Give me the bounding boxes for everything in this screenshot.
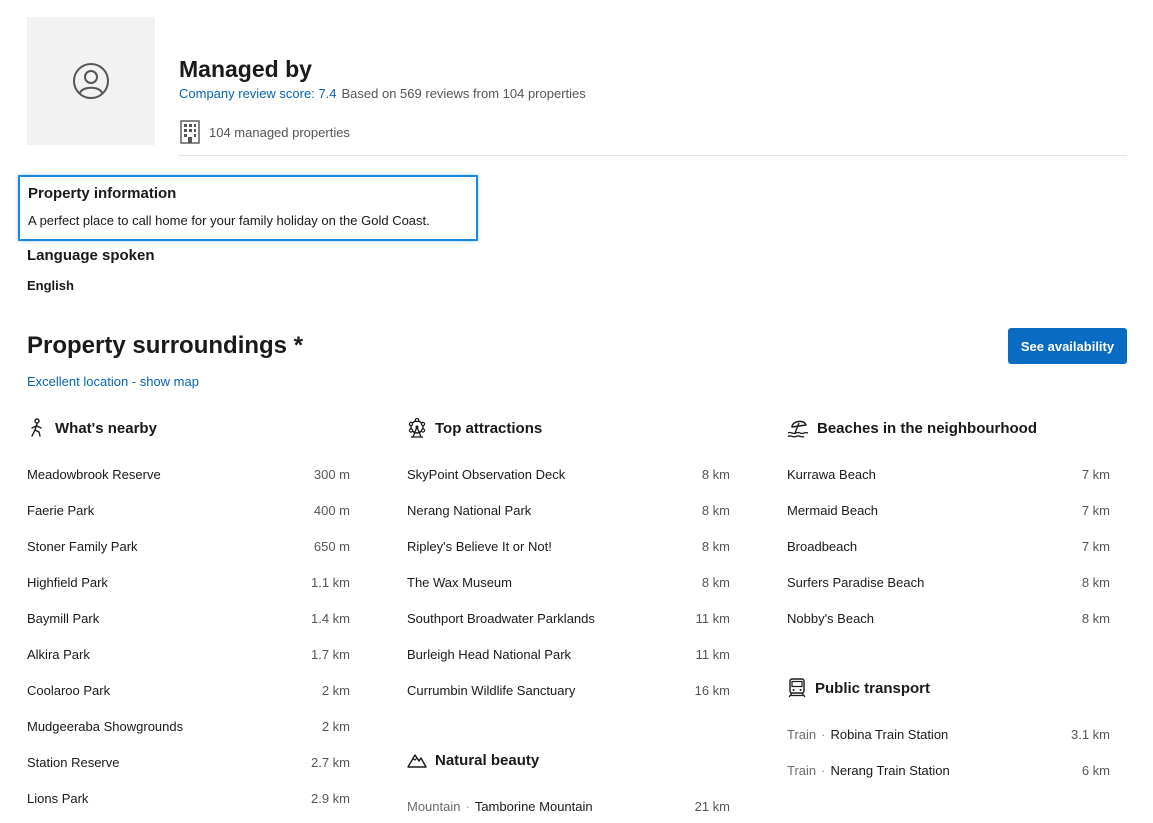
- property-information-description: A perfect place to call home for your fa…: [28, 213, 430, 228]
- whats-nearby-section: What's nearby Meadowbrook Reserve 300 m F…: [27, 418, 350, 810]
- list-item: Lions Park 2.9 km: [27, 790, 350, 806]
- list-item: Alkira Park 1.7 km: [27, 646, 350, 662]
- top-attractions-section: Top attractions SkyPoint Observation Dec…: [407, 418, 730, 700]
- list-item: Nobby's Beach 8 km: [787, 610, 1110, 626]
- public-transport-header: Public transport: [787, 678, 1110, 698]
- list-item: Mudgeeraba Showgrounds 2 km: [27, 718, 350, 734]
- company-review-score-link[interactable]: Company review score: 7.4: [179, 86, 337, 101]
- property-information-title: Property information: [28, 185, 177, 202]
- top-attractions-header: Top attractions: [407, 418, 730, 438]
- list-item: Stoner Family Park 650 m: [27, 538, 350, 554]
- list-item: Mermaid Beach 7 km: [787, 502, 1110, 518]
- user-icon: [73, 63, 109, 99]
- list-item: Station Reserve 2.7 km: [27, 754, 350, 770]
- whats-nearby-title: What's nearby: [55, 419, 157, 437]
- list-item: Kurrawa Beach 7 km: [787, 466, 1110, 482]
- see-availability-button[interactable]: See availability: [1008, 328, 1127, 364]
- list-item: Highfield Park 1.1 km: [27, 574, 350, 590]
- natural-beauty-section: Natural beauty Mountain · Tamborine Mounta…: [407, 750, 730, 816]
- manager-avatar: [27, 17, 155, 145]
- list-item: Train · Nerang Train Station 6 km: [787, 762, 1110, 778]
- managed-by-block: Managed by Company review score: 7.4 Base…: [179, 56, 586, 102]
- property-information-section: Property information A perfect place to …: [18, 175, 478, 241]
- managed-by-title: Managed by: [179, 56, 312, 82]
- train-icon: [788, 678, 806, 698]
- list-item: Southport Broadwater Parklands 11 km: [407, 610, 730, 626]
- natural-beauty-title: Natural beauty: [435, 751, 540, 769]
- ferris-wheel-icon: [408, 418, 426, 438]
- review-line: Company review score: 7.4 Based on 569 re…: [179, 86, 586, 102]
- managed-properties-text: 104 managed properties: [209, 124, 350, 140]
- mountain-icon: [407, 754, 427, 768]
- header-divider: [179, 155, 1127, 156]
- natural-beauty-header: Natural beauty: [407, 750, 730, 770]
- property-surroundings-title: Property surroundings *: [27, 332, 304, 359]
- list-item: Surfers Paradise Beach 8 km: [787, 574, 1110, 590]
- list-item: Nerang National Park 8 km: [407, 502, 730, 518]
- top-attractions-title: Top attractions: [435, 419, 543, 437]
- list-item: Train · Robina Train Station 3.1 km: [787, 726, 1110, 742]
- list-item: Mountain · Tamborine Mountain 21 km: [407, 798, 730, 814]
- list-item: Currumbin Wildlife Sanctuary 16 km: [407, 682, 730, 698]
- beach-icon: [787, 420, 809, 438]
- beaches-section: Beaches in the neighbourhood Kurrawa Bea…: [787, 418, 1110, 628]
- list-item: The Wax Museum 8 km: [407, 574, 730, 590]
- list-item: Coolaroo Park 2 km: [27, 682, 350, 698]
- public-transport-title: Public transport: [815, 679, 931, 697]
- review-based-text: Based on 569 reviews from 104 properties: [341, 86, 586, 101]
- walking-person-icon: [31, 418, 42, 437]
- language-spoken-value: English: [27, 278, 74, 293]
- whats-nearby-header: What's nearby: [27, 418, 350, 438]
- beaches-header: Beaches in the neighbourhood: [787, 418, 1110, 438]
- building-icon: [180, 120, 200, 144]
- managed-properties: 104 managed properties: [179, 120, 350, 144]
- language-spoken-title: Language spoken: [27, 247, 155, 264]
- list-item: Ripley's Believe It or Not! 8 km: [407, 538, 730, 554]
- show-map-link[interactable]: Excellent location - show map: [27, 374, 199, 389]
- list-item: Faerie Park 400 m: [27, 502, 350, 518]
- public-transport-section: Public transport Train · Robina Train Stat…: [787, 678, 1110, 780]
- beaches-title: Beaches in the neighbourhood: [817, 419, 1038, 437]
- list-item: Baymill Park 1.4 km: [27, 610, 350, 626]
- list-item: SkyPoint Observation Deck 8 km: [407, 466, 730, 482]
- list-item: Meadowbrook Reserve 300 m: [27, 466, 350, 482]
- list-item: Burleigh Head National Park 11 km: [407, 646, 730, 662]
- list-item: Broadbeach 7 km: [787, 538, 1110, 554]
